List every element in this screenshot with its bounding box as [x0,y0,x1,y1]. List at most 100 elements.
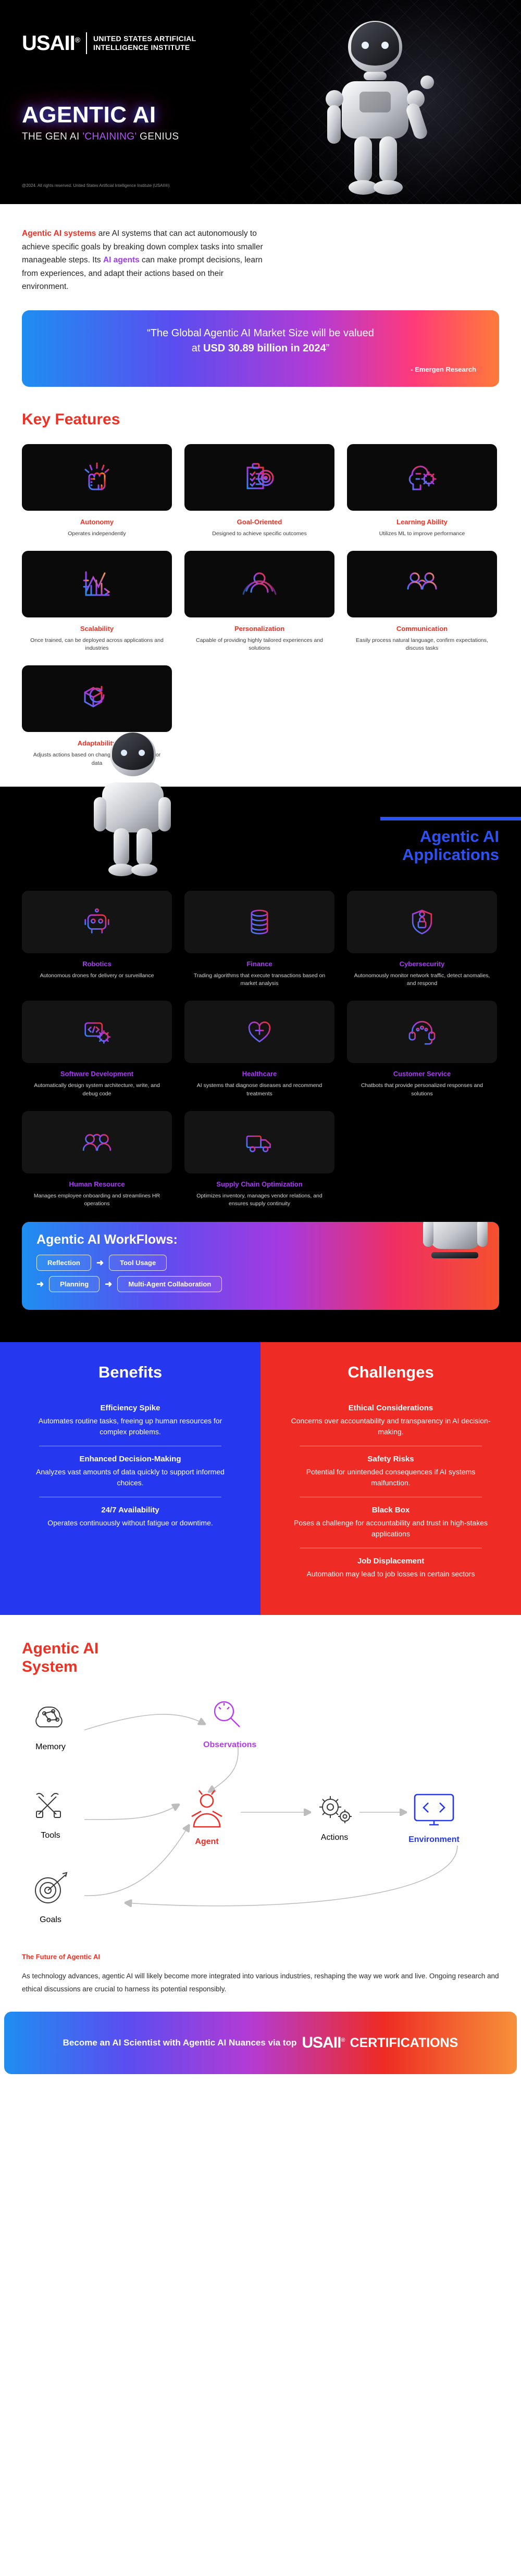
user-target-icon [242,572,277,598]
node-memory: Memory [27,1697,74,1752]
application-desc: Manages employee onboarding and streamli… [33,1192,160,1207]
footer-logo: USAII® [302,2034,345,2052]
challenge-title: Ethical Considerations [348,1404,433,1413]
quote-banner-wrapper: “The Global Agentic AI Market Size will … [0,299,521,387]
feature-title: Communication [396,624,448,633]
bullseye-icon [35,1872,68,1904]
hero-section: USAII® UNITED STATES ARTIFICIAL INTELLIG… [0,0,521,204]
magnifier-icon [214,1701,240,1727]
footer-wrapper: Become an AI Scientist with Agentic AI N… [0,1996,521,2074]
feature-icon-tile [22,444,172,511]
application-card: Supply Chain Optimization Optimizes inve… [184,1110,334,1209]
gear-cluster-icon [319,1796,352,1824]
market-quote-banner: “The Global Agentic AI Market Size will … [22,310,499,387]
headset-support-icon [408,1021,436,1045]
application-icon-tile [184,890,334,953]
quote-text: “The Global Agentic AI Market Size will … [45,326,476,356]
challenge-desc: Poses a challenge for accountability and… [294,1519,488,1538]
chat-bubbles-icon [407,572,437,593]
application-title: Robotics [82,959,111,968]
arrow-right-icon: ➜ [105,1279,113,1289]
applications-heading: Agentic AI Applications [402,827,499,864]
feature-icon-tile [22,665,172,733]
key-features-grid: Autonomy Operates independently Goal-Ori… [0,444,521,768]
application-card: Software Development Automatically desig… [22,1001,172,1098]
application-icon-tile [22,1001,172,1064]
application-desc: AI systems that diagnose diseases and re… [196,1082,322,1097]
page-title: AGENTIC AI [22,102,156,128]
benefit-title: 24/7 Availability [101,1506,159,1515]
workflow-step-multi-agent[interactable]: Multi-Agent Collaboration [117,1276,222,1293]
footer-cta-banner[interactable]: Become an AI Scientist with Agentic AI N… [4,2012,517,2074]
fist-icon [84,462,109,490]
application-icon-tile [22,1110,172,1173]
node-observations: Observations [203,1695,256,1750]
application-desc: Chatbots that provide personalized respo… [361,1082,483,1097]
copyright-text: @2024. All rights reserved. United State… [22,183,170,188]
quote-line-2-pre: at [191,342,203,354]
benefit-item: Enhanced Decision-Making Analyzes vast a… [24,1446,237,1497]
key-features-heading: Key Features [22,410,120,428]
challenge-item: Safety Risks Potential for unintended co… [284,1446,497,1497]
code-gear-icon [84,1022,111,1044]
system-heading: Agentic AI System [22,1640,499,1676]
application-card: Customer Service Chatbots that provide p… [347,1001,497,1098]
application-icon-tile [184,1001,334,1064]
feature-icon-tile [347,444,497,511]
system-diagram-canvas: Memory Observations Tools Agent Actions … [22,1689,499,1934]
challenge-title: Black Box [371,1506,410,1515]
node-actions: Actions [309,1789,359,1842]
workflow-step-reflection[interactable]: Reflection [36,1255,91,1271]
quote-line-2-post: ” [326,342,330,354]
feature-card: Autonomy Operates independently [22,444,172,538]
intro-paragraph: Agentic AI systems are AI systems that c… [0,204,292,299]
registered-icon: ® [75,35,80,44]
feature-icon-tile [184,444,334,511]
registered-icon: ® [341,2037,345,2043]
workflow-step-tool-usage[interactable]: Tool Usage [109,1255,167,1271]
challenges-heading: Challenges [348,1363,434,1382]
brain-gear-icon [408,465,437,490]
application-card: Healthcare AI systems that diagnose dise… [184,1001,334,1098]
application-title: Software Development [60,1070,134,1078]
applications-section: Agentic AI Applications Robotics Autonom… [0,732,521,1343]
workflow-step-planning[interactable]: Planning [49,1276,100,1293]
application-card: Finance Trading algorithms that execute … [184,890,334,989]
node-tools: Tools [27,1789,74,1840]
node-label: Actions [320,1833,349,1842]
application-card: Human Resource Manages employee onboardi… [22,1110,172,1209]
node-agent: Agent [178,1788,235,1847]
challenge-item: Black Box Poses a challenge for accounta… [284,1497,497,1548]
finance-coins-icon [251,909,268,935]
benefit-desc: Analyzes vast amounts of data quickly to… [36,1468,225,1487]
benefit-title: Enhanced Decision-Making [79,1455,181,1464]
benefit-title: Efficiency Spike [100,1404,160,1413]
arrow-right-icon: ➜ [36,1279,44,1289]
logo-institute-name: UNITED STATES ARTIFICIAL INTELLIGENCE IN… [93,34,196,53]
intro-lead-term: Agentic AI systems [22,229,96,238]
benefit-item: 24/7 Availability Operates continuously … [24,1497,237,1537]
robot-illustration-hero [326,21,434,195]
benefit-item: Efficiency Spike Automates routine tasks… [24,1395,237,1446]
feature-icon-tile [184,550,334,617]
hero-subtitle-plain: THE GEN AI [22,131,83,142]
node-label: Tools [41,1831,60,1840]
shield-lock-icon [412,909,432,935]
node-label: Agent [195,1837,219,1847]
applications-heading-line-1: Agentic AI [419,827,499,845]
feature-icon-tile [22,550,172,617]
benefits-heading: Benefits [98,1363,163,1382]
quote-line-2: at USD 30.89 billion in 2024” [45,341,476,356]
challenge-desc: Concerns over accountability and transpa… [291,1417,491,1436]
feature-title: Scalability [80,624,114,633]
node-label: Observations [203,1740,257,1750]
quote-value: USD 30.89 billion in 2024 [203,342,326,354]
benefits-column: Benefits Efficiency Spike Automates rout… [0,1342,260,1615]
robot-icon [84,908,109,933]
feature-desc: Capable of providing highly tailored exp… [196,637,323,652]
future-heading: The Future of Agentic AI [22,1953,100,1961]
footer-logo-text: USAII [302,2034,341,2051]
workflows-banner: Agentic AI WorkFlows: Reflection ➜ Tool … [22,1222,499,1310]
feature-card: Learning Ability Utilizes ML to improve … [347,444,497,538]
application-card: Robotics Autonomous drones for delivery … [22,890,172,989]
